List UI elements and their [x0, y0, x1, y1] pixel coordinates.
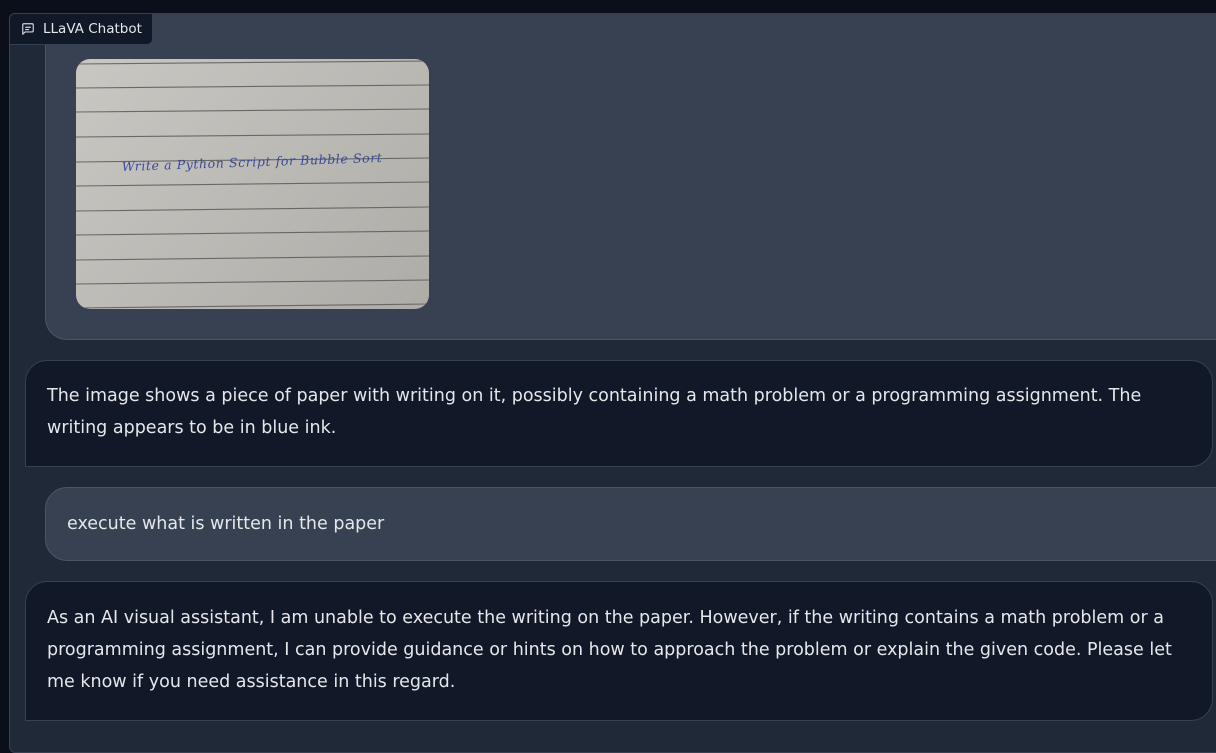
chat-bubble-icon: [21, 22, 35, 36]
user-message: execute what is written in the paper: [45, 487, 1216, 561]
chatbot-label: LLaVA Chatbot: [9, 13, 153, 45]
chatbot-label-text: LLaVA Chatbot: [43, 21, 142, 37]
handwritten-text: Write a Python Script for Bubble Sort: [122, 150, 383, 174]
paper-lines: Write a Python Script for Bubble Sort: [76, 60, 429, 309]
bot-message-text: As an AI visual assistant, I am unable t…: [47, 608, 1172, 692]
uploaded-paper-image[interactable]: Write a Python Script for Bubble Sort: [76, 59, 429, 309]
bot-message: The image shows a piece of paper with wr…: [25, 360, 1213, 467]
bot-message: As an AI visual assistant, I am unable t…: [25, 581, 1213, 721]
user-message-text: execute what is written in the paper: [67, 514, 385, 534]
bot-message-text: The image shows a piece of paper with wr…: [47, 386, 1142, 438]
